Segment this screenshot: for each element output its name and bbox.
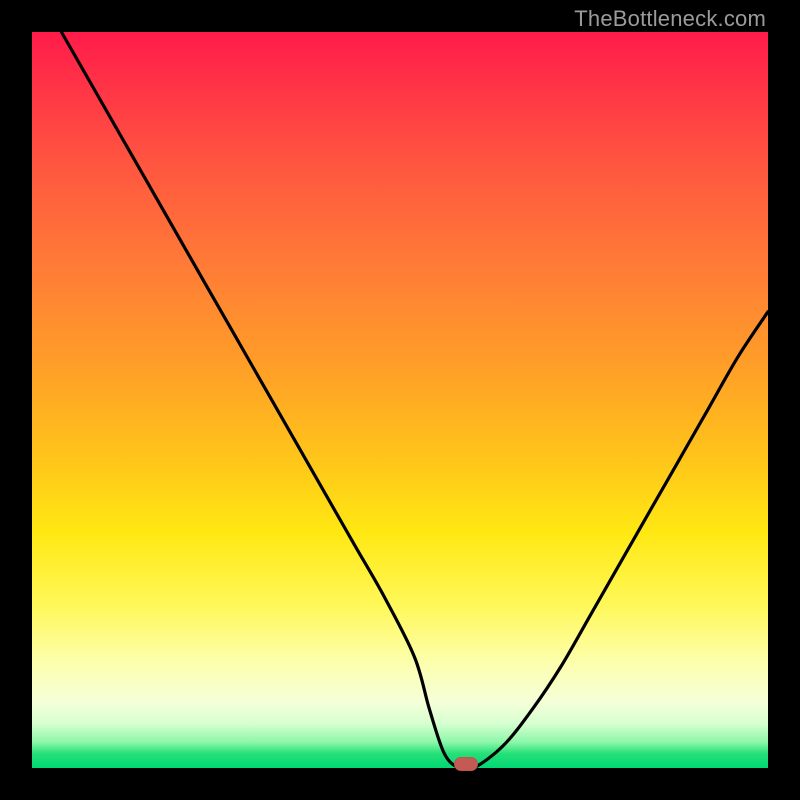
bottleneck-curve xyxy=(32,32,768,768)
optimal-marker xyxy=(454,757,478,771)
watermark-text: TheBottleneck.com xyxy=(574,6,766,32)
chart-frame: TheBottleneck.com xyxy=(0,0,800,800)
plot-area xyxy=(32,32,768,768)
